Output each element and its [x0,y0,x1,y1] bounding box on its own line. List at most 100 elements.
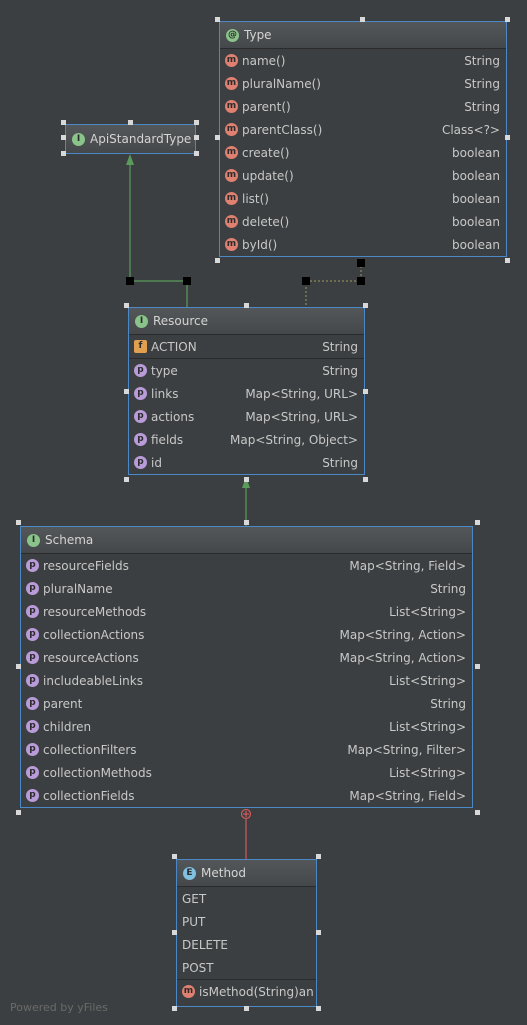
type-class-box[interactable]: @ Type m name() String m pluralName() String m… [219,21,507,257]
selection-handle[interactable] [244,303,249,308]
resource-class-box[interactable]: I Resource f ACTION String p type String p l… [128,307,365,475]
enum-constant[interactable]: POST [177,956,316,979]
type-row[interactable]: m parentClass() Class<?> [220,118,506,141]
schema-header: I Schema [21,527,472,554]
method-function-name: isMethod(String) [199,984,299,999]
resource-row[interactable]: p type String [129,359,364,382]
selection-handle[interactable] [61,135,66,140]
selection-handle[interactable] [124,389,129,394]
selection-handle[interactable] [244,477,249,482]
schema-row[interactable]: p pluralName String [21,577,472,600]
member-type: Map<String, Field> [349,788,466,803]
member-name: collectionFilters [43,742,137,757]
type-row[interactable]: m parent() String [220,95,506,118]
type-row[interactable]: m delete() boolean [220,210,506,233]
selection-handle[interactable] [475,664,480,669]
inherit-edge-type [305,262,362,307]
api-standard-type-box[interactable]: I ApiStandardType [65,124,196,154]
schema-row[interactable]: p parent String [21,692,472,715]
member-type: String [464,99,500,114]
selection-handle[interactable] [172,1006,177,1011]
resource-row[interactable]: p id String [129,451,364,474]
selection-handle[interactable] [194,151,199,156]
member-name: collectionActions [43,627,145,642]
selection-handle[interactable] [363,389,368,394]
member-type: boolean [452,145,500,160]
resource-row[interactable]: p actions Map<String, URL> [129,405,364,428]
selection-handle[interactable] [505,17,510,22]
selection-handle[interactable] [124,477,129,482]
type-row[interactable]: m byId() boolean [220,233,506,256]
type-row[interactable]: m name() String [220,49,506,72]
selection-handle[interactable] [505,258,510,263]
selection-handle[interactable] [244,1006,249,1011]
method-header: E Method [177,860,316,887]
resource-row[interactable]: p fields Map<String, Object> [129,428,364,451]
member-name: pluralName [43,581,113,596]
type-row[interactable]: m pluralName() String [220,72,506,95]
schema-row[interactable]: p resourceFields Map<String, Field> [21,554,472,577]
schema-row[interactable]: p collectionFilters Map<String, Filter> [21,738,472,761]
selection-handle[interactable] [316,854,321,859]
selection-handle[interactable] [363,303,368,308]
selection-handle[interactable] [16,810,21,815]
selection-handle[interactable] [172,854,177,859]
bend-handle[interactable] [357,277,365,285]
selection-handle[interactable] [194,120,199,125]
selection-handle[interactable] [360,17,365,22]
selection-handle[interactable] [61,120,66,125]
selection-handle[interactable] [172,930,177,935]
schema-class-box[interactable]: I Schema p resourceFields Map<String, Fiel… [20,526,473,808]
schema-row[interactable]: p children List<String> [21,715,472,738]
field-icon: f [134,340,147,353]
selection-handle[interactable] [61,151,66,156]
selection-handle[interactable] [194,135,199,140]
resource-row[interactable]: p links Map<String, URL> [129,382,364,405]
member-name: actions [151,409,195,424]
resource-title: Resource [153,314,209,328]
method-function-row[interactable]: m isMethod(String) an [177,980,316,1003]
enum-constant[interactable]: DELETE [177,933,316,956]
schema-row[interactable]: p collectionFields Map<String, Field> [21,784,472,807]
selection-handle[interactable] [363,477,368,482]
bend-handle[interactable] [302,277,310,285]
selection-handle[interactable] [124,303,129,308]
type-row[interactable]: m create() boolean [220,141,506,164]
member-type: String [430,581,466,596]
schema-row[interactable]: p resourceActions Map<String, Action> [21,646,472,669]
member-type: String [430,696,466,711]
member-type: String [464,53,500,68]
selection-handle[interactable] [316,930,321,935]
selection-handle[interactable] [316,1006,321,1011]
selection-handle[interactable] [244,520,249,525]
bend-handle[interactable] [183,277,191,285]
property-icon: p [134,433,147,446]
selection-handle[interactable] [475,810,480,815]
enum-constant[interactable]: GET [177,887,316,910]
schema-row[interactable]: p collectionActions Map<String, Action> [21,623,472,646]
property-icon: p [26,720,39,733]
selection-handle[interactable] [215,135,220,140]
schema-row[interactable]: p collectionMethods List<String> [21,761,472,784]
selection-handle[interactable] [475,520,480,525]
type-row[interactable]: m update() boolean [220,164,506,187]
bend-handle[interactable] [357,259,365,267]
schema-row[interactable]: p includeableLinks List<String> [21,669,472,692]
bend-handle[interactable] [126,277,134,285]
selection-handle[interactable] [16,664,21,669]
selection-handle[interactable] [215,17,220,22]
member-type: boolean [452,237,500,252]
selection-handle[interactable] [215,258,220,263]
type-row[interactable]: m list() boolean [220,187,506,210]
method-icon: m [225,123,238,136]
resource-field-row[interactable]: f ACTION String [129,335,364,358]
selection-handle[interactable] [505,135,510,140]
method-enum-box[interactable]: E Method GET PUT DELETE POST m isMethod(Str… [176,859,317,1007]
selection-handle[interactable] [16,520,21,525]
enum-constant[interactable]: PUT [177,910,316,933]
member-type: Map<String, Field> [349,558,466,573]
method-icon: m [225,77,238,90]
member-name: parentClass() [242,122,323,137]
schema-row[interactable]: p resourceMethods List<String> [21,600,472,623]
selection-handle[interactable] [128,120,133,125]
